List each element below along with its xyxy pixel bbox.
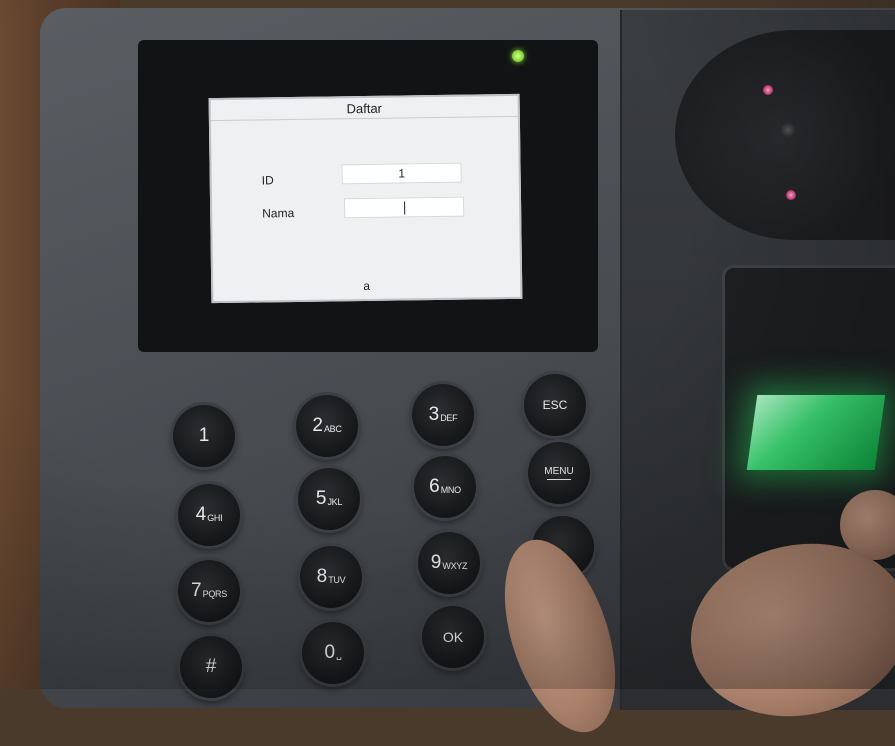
key-0[interactable]: 0␣	[302, 622, 364, 684]
key-8[interactable]: 8TUV	[300, 546, 362, 608]
input-mode-indicator: a	[213, 277, 520, 295]
key-6[interactable]: 6MNO	[414, 456, 476, 518]
key-3[interactable]: 3DEF	[412, 384, 474, 446]
key-4[interactable]: 4GHI	[178, 484, 240, 546]
text-cursor	[404, 202, 405, 215]
ir-led-icon	[763, 85, 773, 95]
esc-button[interactable]: ESC	[524, 374, 586, 436]
lcd-screen: Daftar ID 1 Nama a	[209, 94, 523, 303]
id-label: ID	[262, 173, 274, 187]
nama-label: Nama	[262, 206, 294, 220]
key-1[interactable]: 1	[173, 405, 235, 467]
ok-button[interactable]: OK	[422, 606, 484, 668]
key-5[interactable]: 5JKL	[298, 468, 360, 530]
camera-lens-icon	[780, 122, 796, 138]
key-2[interactable]: 2ABC	[296, 395, 358, 457]
id-field[interactable]: 1	[342, 163, 462, 185]
nama-field[interactable]	[344, 197, 464, 219]
key-7[interactable]: 7PQRS	[178, 560, 240, 622]
menu-underline	[547, 479, 571, 480]
menu-button[interactable]: MENU	[528, 442, 590, 504]
ir-led-icon	[786, 190, 796, 200]
power-led-icon	[512, 50, 524, 62]
key-9[interactable]: 9WXYZ	[418, 532, 480, 594]
screen-title: Daftar	[211, 99, 518, 118]
fingerprint-sensor[interactable]	[747, 395, 886, 470]
